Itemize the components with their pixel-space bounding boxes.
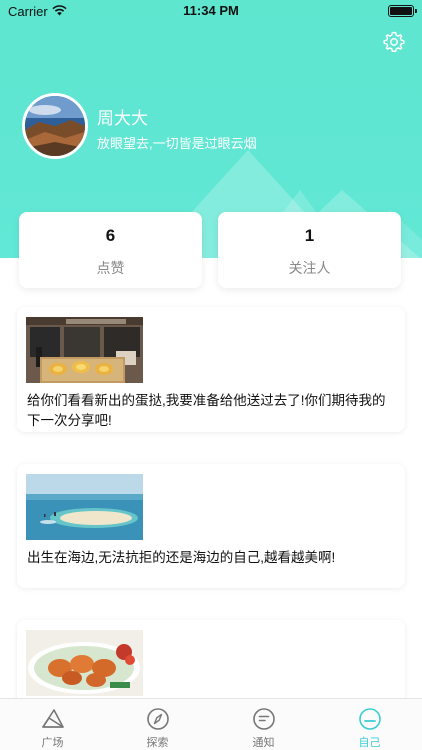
user-signature: 放眼望去,一切皆是过眼云烟 xyxy=(97,136,257,151)
compass-icon xyxy=(147,708,169,730)
tab-label: 广场 xyxy=(41,737,64,749)
likes-label: 点赞 xyxy=(96,260,125,276)
following-stat-card[interactable]: 1 关注人 xyxy=(218,212,401,288)
post-card[interactable]: 给你们看看新出的蛋挞,我要准备给他送过去了!你们期待我的下一次分享吧! xyxy=(17,307,405,432)
post-text: 出生在海边,无法抗拒的还是海边的自己,越看越美啊! xyxy=(27,550,336,565)
profile-face-icon xyxy=(359,708,381,730)
tab-notifications[interactable]: 通知 xyxy=(211,699,316,750)
following-count: 1 xyxy=(304,226,315,245)
tab-label: 通知 xyxy=(252,737,275,749)
status-bar: Carrier 11:34 PM xyxy=(0,0,422,24)
notice-icon xyxy=(253,708,275,730)
likes-count: 6 xyxy=(105,226,116,245)
post-image[interactable] xyxy=(26,630,143,696)
gear-icon[interactable] xyxy=(382,30,406,54)
clock: 11:34 PM xyxy=(183,3,239,18)
tab-label: 探索 xyxy=(146,737,169,749)
avatar[interactable] xyxy=(22,93,88,159)
post-card[interactable]: 出生在海边,无法抗拒的还是海边的自己,越看越美啊! xyxy=(17,464,405,588)
username: 周大大 xyxy=(97,109,148,128)
likes-stat-card[interactable]: 6 点赞 xyxy=(19,212,202,288)
post-image[interactable] xyxy=(26,474,143,540)
following-label: 关注人 xyxy=(288,260,331,276)
tab-plaza[interactable]: 广场 xyxy=(0,699,105,750)
tab-self[interactable]: 自己 xyxy=(317,699,422,750)
battery-icon xyxy=(388,5,417,17)
post-card[interactable] xyxy=(17,620,405,710)
post-text: 给你们看看新出的蛋挞,我要准备给他送过去了!你们期待我的下一次分享吧! xyxy=(27,393,386,428)
tab-label: 自己 xyxy=(358,737,381,749)
square-plaza-icon xyxy=(42,709,64,728)
food-plate-photo xyxy=(26,630,143,696)
tab-explore[interactable]: 探索 xyxy=(105,699,210,750)
avatar-landscape-image xyxy=(25,96,85,156)
post-image[interactable] xyxy=(26,317,143,383)
tab-bar: 广场 探索 通知 自己 xyxy=(0,698,422,750)
bakery-photo xyxy=(26,317,143,383)
beach-photo xyxy=(26,474,143,540)
